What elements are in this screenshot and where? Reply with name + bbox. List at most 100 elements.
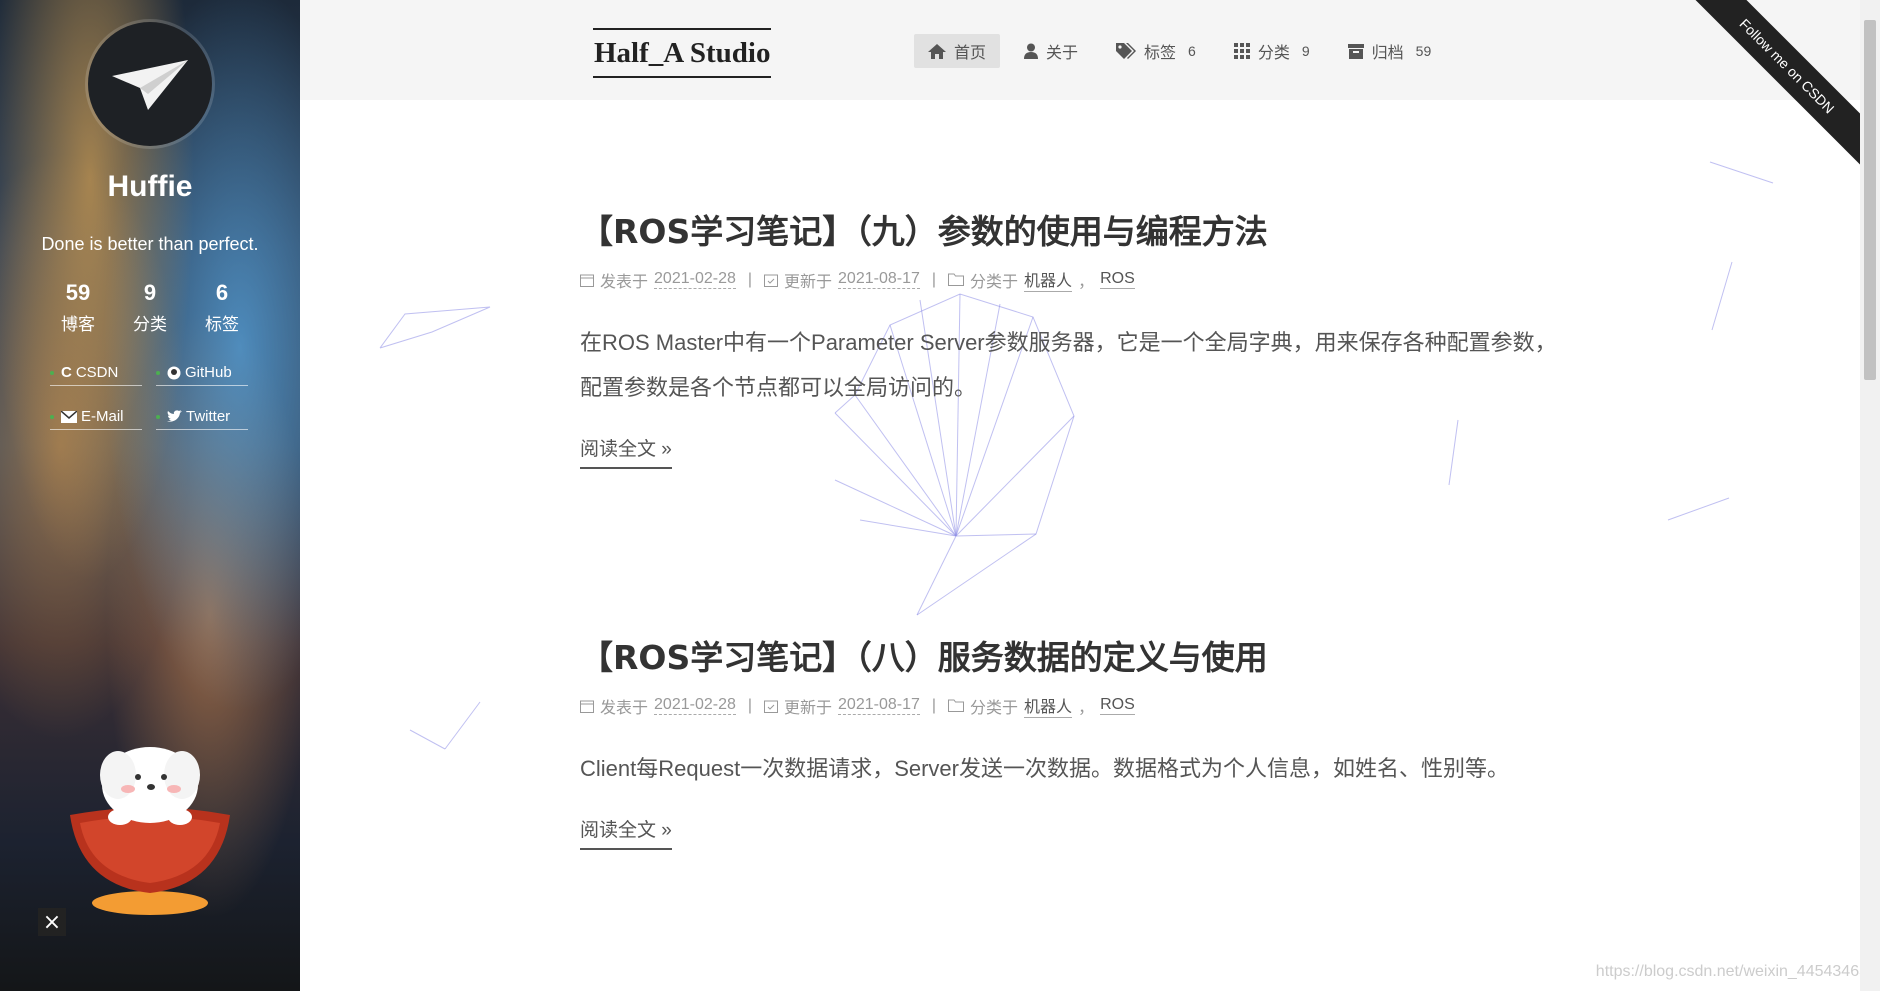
status-dot xyxy=(50,370,54,375)
status-dot xyxy=(50,414,54,419)
home-icon xyxy=(928,43,946,59)
nav-item-label: 首页 xyxy=(954,45,987,62)
nav-item-label: 标签 xyxy=(1144,45,1177,62)
post-excerpt-line: Client每Request一次数据请求，Server发送一次数据。数据格式为个… xyxy=(580,756,1509,781)
post-title[interactable]: 【ROS学习笔记】（八）服务数据的定义与使用 xyxy=(580,631,1580,679)
social-links: C CSDN GitHub E-Mail Twitter xyxy=(50,364,250,430)
social-link-label: E-Mail xyxy=(81,408,124,425)
post-item: 【ROS学习笔记】（九）参数的使用与编程方法 发表于 2021-02-28 | … xyxy=(580,205,1580,469)
category-link[interactable]: 机器人 xyxy=(1024,267,1073,292)
post-excerpt: 在ROS Master中有一个Parameter Server参数服务器，它是一… xyxy=(580,320,1580,410)
category-separator: ， xyxy=(1078,273,1095,291)
site-header: Half_A Studio 首页 关于 标签 6 分类 9 归档 59 xyxy=(300,0,1860,100)
updated-date: 2021-08-17 xyxy=(838,696,920,715)
posted-date: 2021-02-28 xyxy=(654,696,736,715)
nav-item-tags[interactable]: 标签 6 xyxy=(1102,34,1210,68)
social-link-email[interactable]: E-Mail xyxy=(50,408,142,430)
author-description: Done is better than perfect. xyxy=(41,234,259,254)
stat-categories[interactable]: 9 分类 xyxy=(114,280,186,335)
updated-date: 2021-08-17 xyxy=(838,270,920,289)
stat-categories-count: 9 xyxy=(143,280,157,305)
stat-tags-label: 标签 xyxy=(205,315,239,334)
nav-item-home[interactable]: 首页 xyxy=(914,34,1001,68)
status-dot xyxy=(156,370,160,375)
read-more-link[interactable]: 阅读全文 » xyxy=(580,434,672,469)
post-excerpt-line: 在ROS Master中有一个Parameter Server参数服务器，它是一… xyxy=(580,330,1557,355)
nav-item-badge: 6 xyxy=(1188,43,1196,59)
category-label: 分类于 xyxy=(970,273,1019,291)
updated-label: 更新于 xyxy=(784,273,833,291)
social-link-twitter[interactable]: Twitter xyxy=(156,408,248,430)
stat-posts-count: 59 xyxy=(65,280,91,305)
nav-item-label: 关于 xyxy=(1046,45,1079,62)
sidebar-close-button[interactable]: × xyxy=(38,908,66,936)
category-link[interactable]: 机器人 xyxy=(1024,693,1073,718)
nav-item-archives[interactable]: 归档 59 xyxy=(1334,34,1446,68)
nav-item-label: 归档 xyxy=(1371,45,1404,62)
scrollbar-thumb[interactable] xyxy=(1864,20,1876,380)
archive-icon xyxy=(1347,43,1364,59)
main-nav: 首页 关于 标签 6 分类 9 归档 59 xyxy=(914,34,1445,68)
sidebar: Huffie Done is better than perfect. 59 博… xyxy=(0,0,300,991)
category-link[interactable]: ROS xyxy=(1100,696,1135,715)
site-title: Half_A Studio xyxy=(594,36,771,69)
category-link[interactable]: ROS xyxy=(1100,270,1135,289)
posted-label: 发表于 xyxy=(600,273,649,291)
page-scrollbar[interactable] xyxy=(1860,0,1880,991)
stat-tags[interactable]: 6 标签 xyxy=(186,280,258,335)
follow-csdn-ribbon[interactable]: Follow me on CSDN xyxy=(1678,0,1860,170)
site-stats: 59 博客 9 分类 6 标签 xyxy=(0,280,300,335)
social-link-csdn[interactable]: C CSDN xyxy=(50,364,142,386)
social-link-label: GitHub xyxy=(185,364,232,381)
nav-item-badge: 9 xyxy=(1301,43,1310,59)
author-name: Huffie xyxy=(107,170,193,203)
post-meta: 发表于 2021-02-28 | 更新于 2021-08-17 | 分类于 机器… xyxy=(580,693,1580,718)
posted-date: 2021-02-28 xyxy=(654,270,736,289)
user-icon xyxy=(1024,43,1039,59)
nav-item-categories[interactable]: 分类 9 xyxy=(1220,34,1324,68)
social-link-label: CSDN xyxy=(75,364,119,381)
mascot-dog-in-bowl-image xyxy=(70,747,230,915)
csdn-watermark: https://blog.csdn.net/weixin_44543463 xyxy=(1595,963,1868,980)
stat-posts[interactable]: 59 博客 xyxy=(42,280,114,335)
meta-divider: | xyxy=(931,696,937,714)
folder-icon xyxy=(948,699,965,712)
status-dot xyxy=(156,414,160,419)
site-brand[interactable]: Half_A Studio xyxy=(593,28,772,78)
tags-icon xyxy=(1116,43,1137,59)
posted-label: 发表于 xyxy=(600,699,649,717)
social-link-github[interactable]: GitHub xyxy=(156,364,248,386)
post-excerpt: Client每Request一次数据请求，Server发送一次数据。数据格式为个… xyxy=(580,746,1580,791)
category-label: 分类于 xyxy=(970,699,1019,717)
calendar-icon xyxy=(580,274,594,287)
post-excerpt-line: 配置参数是各个节点都可以全局访问的。 xyxy=(580,375,977,400)
post-title[interactable]: 【ROS学习笔记】（九）参数的使用与编程方法 xyxy=(580,205,1580,253)
meta-divider: | xyxy=(747,270,753,288)
stat-tags-count: 6 xyxy=(215,280,229,305)
calendar-icon xyxy=(580,700,594,713)
calendar-check-icon xyxy=(764,700,779,713)
github-corner-ribbon-wrapper: Follow me on CSDN xyxy=(1650,0,1860,170)
nav-item-badge: 59 xyxy=(1415,43,1432,59)
paper-plane-icon xyxy=(112,60,188,110)
nav-item-about[interactable]: 关于 xyxy=(1010,34,1092,68)
meta-divider: | xyxy=(747,696,753,714)
post-item: 【ROS学习笔记】（八）服务数据的定义与使用 发表于 2021-02-28 | … xyxy=(580,631,1580,850)
csdn-icon: C xyxy=(61,364,72,381)
folder-icon xyxy=(948,273,965,286)
envelope-icon xyxy=(61,410,77,423)
social-link-label: Twitter xyxy=(186,408,231,425)
nav-item-label: 分类 xyxy=(1257,45,1290,62)
post-meta: 发表于 2021-02-28 | 更新于 2021-08-17 | 分类于 机器… xyxy=(580,267,1580,292)
stat-posts-label: 博客 xyxy=(61,315,95,334)
twitter-icon xyxy=(167,410,182,422)
meta-divider: | xyxy=(931,270,937,288)
read-more-link[interactable]: 阅读全文 » xyxy=(580,815,672,850)
grid-icon xyxy=(1233,43,1250,59)
calendar-check-icon xyxy=(764,274,779,287)
github-icon xyxy=(167,366,181,379)
updated-label: 更新于 xyxy=(784,699,833,717)
category-separator: ， xyxy=(1078,699,1095,717)
avatar[interactable] xyxy=(88,22,212,146)
stat-categories-label: 分类 xyxy=(133,315,167,334)
